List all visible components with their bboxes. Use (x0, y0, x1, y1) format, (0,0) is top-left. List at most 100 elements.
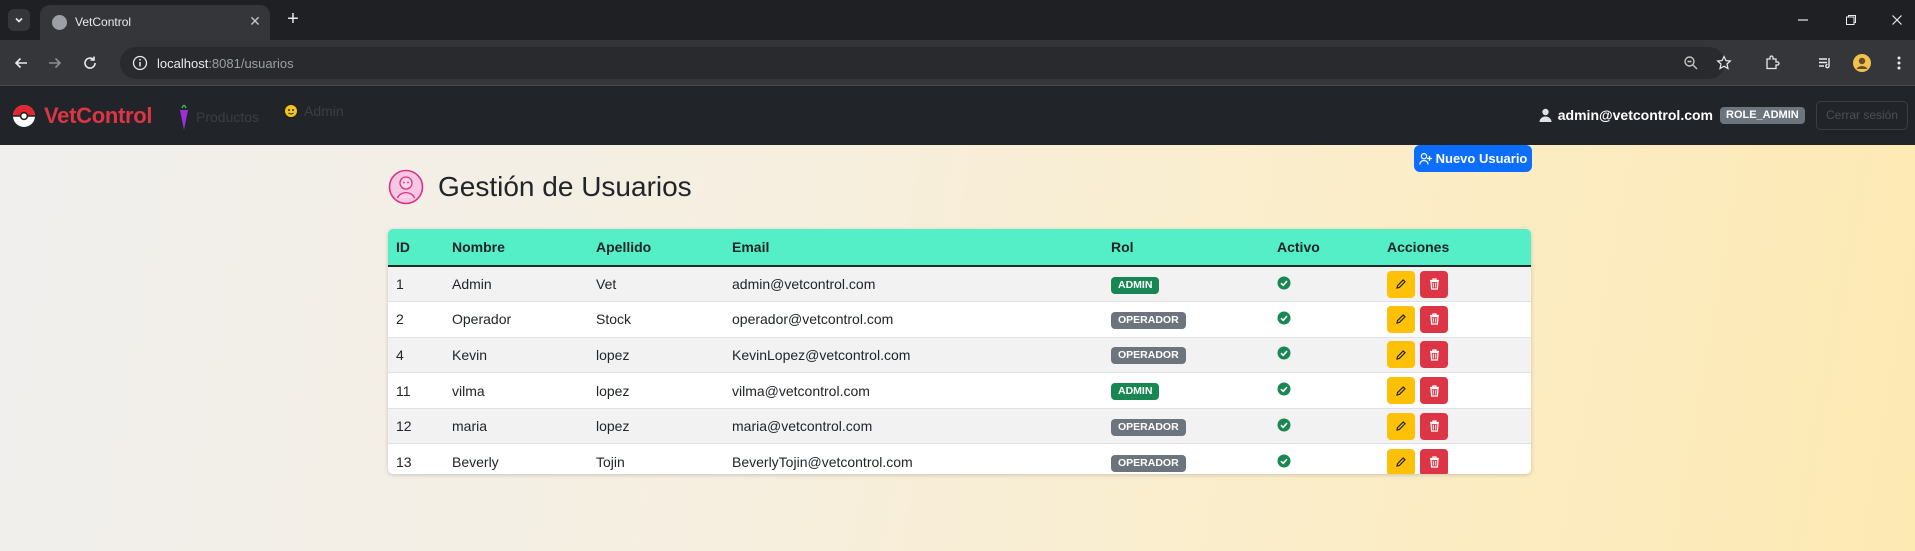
cell-activo (1269, 373, 1379, 409)
site-info-icon[interactable] (132, 55, 148, 71)
arrow-right-icon (49, 57, 62, 69)
delete-button[interactable] (1420, 412, 1448, 440)
delete-button[interactable] (1420, 270, 1448, 298)
cell-activo (1269, 444, 1379, 474)
nav-productos[interactable]: Productos (178, 103, 259, 131)
new-tab-button[interactable]: + (282, 9, 304, 31)
tab-title: VetControl (75, 15, 132, 29)
header-id: ID (396, 239, 410, 255)
new-user-button[interactable]: Nuevo Usuario (1414, 145, 1532, 172)
cell-acciones (1379, 266, 1531, 302)
star-icon[interactable] (1716, 55, 1732, 71)
new-user-label: Nuevo Usuario (1435, 151, 1528, 166)
check-circle-icon (1277, 418, 1291, 432)
cell-rol: OPERADOR (1103, 302, 1269, 338)
role-badge: OPERADOR (1111, 347, 1186, 365)
table-row: 11 vilma lopez vilma@vetcontrol.com ADMIN (388, 373, 1531, 409)
pencil-icon (1396, 457, 1406, 467)
check-circle-icon (1277, 454, 1291, 468)
emoji-icon (285, 105, 297, 117)
cell-apellido: Stock (596, 311, 632, 328)
brand-name: VetControl (44, 103, 153, 128)
header-acciones: Acciones (1387, 239, 1450, 255)
table-row: 13 Beverly Tojin BeverlyTojin@vetcontrol.co… (388, 444, 1531, 474)
cell-acciones (1379, 444, 1531, 474)
nav-admin-label: Admin (304, 103, 344, 119)
media-control-icon[interactable] (1815, 53, 1835, 73)
cell-acciones (1379, 337, 1531, 373)
cell-apellido: Tojin (596, 454, 625, 471)
edit-button[interactable] (1387, 270, 1415, 298)
cell-rol: OPERADOR (1103, 444, 1269, 474)
cell-rol: ADMIN (1103, 373, 1269, 409)
current-user: admin@vetcontrol.com (1539, 107, 1713, 123)
cell-rol: OPERADOR (1103, 337, 1269, 373)
cell-email: vilma@vetcontrol.com (732, 382, 870, 399)
delete-button[interactable] (1420, 305, 1448, 333)
profile-avatar[interactable] (1852, 53, 1872, 73)
back-button[interactable] (11, 53, 31, 73)
cell-activo (1269, 266, 1379, 302)
brand-link[interactable]: VetControl (12, 102, 153, 130)
browser-tab[interactable]: VetControl ✕ (40, 5, 270, 40)
tab-search-button[interactable] (8, 9, 30, 31)
role-badge: OPERADOR (1111, 311, 1186, 329)
role-badge: ADMIN (1111, 276, 1160, 294)
cell-id: 2 (396, 311, 404, 328)
pencil-icon (1396, 421, 1406, 431)
url-text: localhost:8081/usuarios (157, 56, 294, 71)
close-icon[interactable]: ✕ (246, 12, 264, 30)
role-badge: ROLE_ADMIN (1720, 107, 1805, 124)
cell-nombre: vilma (452, 382, 485, 399)
trash-icon (1429, 278, 1439, 290)
table-row: 1 Admin Vet admin@vetcontrol.com ADMIN (388, 266, 1531, 302)
cell-acciones (1379, 408, 1531, 444)
table-row: 2 Operador Stock operador@vetcontrol.com OPE… (388, 302, 1531, 338)
header-apellido: Apellido (596, 239, 652, 255)
edit-button[interactable] (1387, 412, 1415, 440)
forward-button[interactable] (45, 53, 65, 73)
browser-tab-strip: VetControl ✕ + (0, 0, 1915, 40)
cell-email: KevinLopez@vetcontrol.com (732, 346, 911, 363)
browser-toolbar: localhost:8081/usuarios (0, 40, 1915, 86)
cell-email: operador@vetcontrol.com (732, 311, 894, 328)
reload-icon (84, 56, 96, 69)
pencil-icon (1396, 314, 1406, 325)
edit-button[interactable] (1387, 377, 1415, 405)
pencil-icon (1396, 350, 1406, 360)
delete-button[interactable] (1420, 377, 1448, 405)
cell-email: maria@vetcontrol.com (732, 418, 873, 435)
zoom-icon[interactable] (1683, 55, 1699, 71)
trash-icon (1429, 456, 1439, 468)
reload-button[interactable] (80, 53, 100, 73)
close-window-button[interactable] (1886, 10, 1908, 30)
header-email: Email (732, 239, 770, 255)
edit-button[interactable] (1387, 341, 1415, 369)
cell-activo (1269, 408, 1379, 444)
extensions-icon[interactable] (1762, 53, 1782, 73)
arrow-left-icon (14, 57, 27, 69)
cell-apellido: Vet (596, 276, 617, 293)
logout-button[interactable]: Cerrar sesión (1816, 101, 1908, 130)
user-email: admin@vetcontrol.com (1557, 107, 1713, 123)
cell-id: 12 (396, 418, 412, 435)
delete-button[interactable] (1420, 341, 1448, 369)
nav-admin[interactable]: Admin (284, 103, 344, 119)
address-bar[interactable]: localhost:8081/usuarios (120, 47, 1732, 79)
header-rol: Rol (1111, 239, 1134, 255)
restore-button[interactable] (1840, 10, 1862, 30)
cell-apellido: lopez (596, 346, 630, 363)
edit-button[interactable] (1387, 448, 1415, 474)
pokeball-icon (13, 105, 35, 127)
page-heading: Gestión de Usuarios (388, 169, 692, 205)
users-table: ID Nombre Apellido Email Rol Activo Acci… (388, 229, 1531, 474)
chevron-down-icon (15, 17, 23, 23)
cell-acciones (1379, 302, 1531, 338)
delete-button[interactable] (1420, 448, 1448, 474)
browser-menu-icon[interactable] (1889, 53, 1909, 73)
cell-nombre: Admin (452, 276, 492, 293)
check-circle-icon (1277, 346, 1291, 360)
role-badge: OPERADOR (1111, 418, 1186, 436)
minimize-button[interactable] (1792, 10, 1814, 30)
edit-button[interactable] (1387, 305, 1415, 333)
